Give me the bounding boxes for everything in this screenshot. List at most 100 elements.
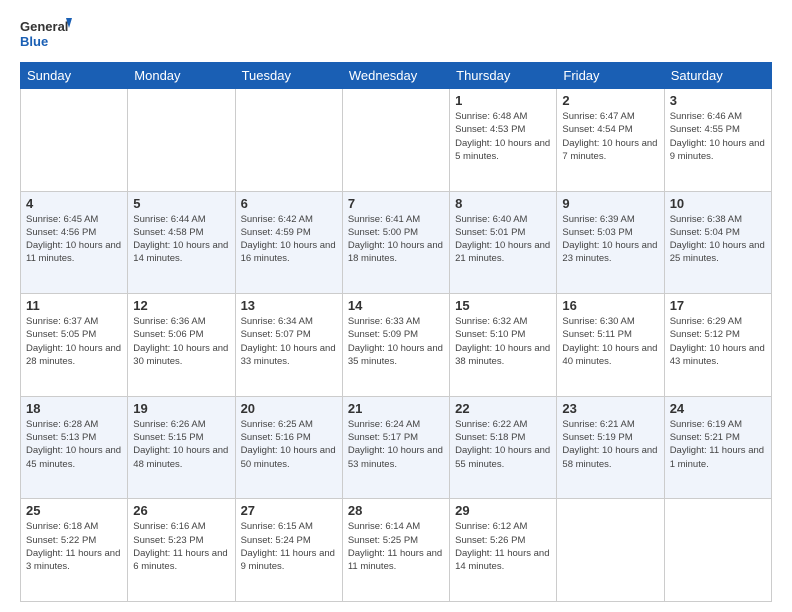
col-sunday: Sunday [21, 63, 128, 89]
col-saturday: Saturday [664, 63, 771, 89]
calendar-cell: 6 Sunrise: 6:42 AM Sunset: 4:59 PM Daylig… [235, 191, 342, 294]
day-number: 14 [348, 298, 444, 313]
day-number: 9 [562, 196, 658, 211]
day-number: 26 [133, 503, 229, 518]
day-info: Sunrise: 6:39 AM Sunset: 5:03 PM Dayligh… [562, 213, 658, 266]
day-info: Sunrise: 6:26 AM Sunset: 5:15 PM Dayligh… [133, 418, 229, 471]
day-number: 18 [26, 401, 122, 416]
page: General Blue Sunday Monday Tuesday Wedne… [0, 0, 792, 612]
calendar-cell [235, 89, 342, 192]
day-info: Sunrise: 6:15 AM Sunset: 5:24 PM Dayligh… [241, 520, 337, 573]
calendar-cell: 24Sunrise: 6:19 AM Sunset: 5:21 PM Dayli… [664, 396, 771, 499]
calendar-cell: 18 Sunrise: 6:28 AM Sunset: 5:13 PM Dayli… [21, 396, 128, 499]
day-number: 20 [241, 401, 337, 416]
svg-text:General: General [20, 19, 68, 34]
day-info: Sunrise: 6:33 AM Sunset: 5:09 PM Dayligh… [348, 315, 444, 368]
day-info: Sunrise: 6:30 AM Sunset: 5:11 PM Dayligh… [562, 315, 658, 368]
week-row-4: 18 Sunrise: 6:28 AM Sunset: 5:13 PM Dayli… [21, 396, 772, 499]
day-number: 29 [455, 503, 551, 518]
header-row: Sunday Monday Tuesday Wednesday Thursday… [21, 63, 772, 89]
day-info: Sunrise: 6:36 AM Sunset: 5:06 PM Dayligh… [133, 315, 229, 368]
col-wednesday: Wednesday [342, 63, 449, 89]
day-number: 22 [455, 401, 551, 416]
day-info: Sunrise: 6:22 AM Sunset: 5:18 PM Dayligh… [455, 418, 551, 471]
day-number: 10 [670, 196, 766, 211]
day-number: 17 [670, 298, 766, 313]
header: General Blue [20, 16, 772, 54]
day-number: 4 [26, 196, 122, 211]
day-number: 6 [241, 196, 337, 211]
calendar-cell: 16 Sunrise: 6:30 AM Sunset: 5:11 PM Dayli… [557, 294, 664, 397]
calendar-cell: 4 Sunrise: 6:45 AM Sunset: 4:56 PM Daylig… [21, 191, 128, 294]
day-info: Sunrise: 6:32 AM Sunset: 5:10 PM Dayligh… [455, 315, 551, 368]
calendar-cell: 22 Sunrise: 6:22 AM Sunset: 5:18 PM Dayli… [450, 396, 557, 499]
calendar-cell [128, 89, 235, 192]
calendar-cell: 20 Sunrise: 6:25 AM Sunset: 5:16 PM Dayli… [235, 396, 342, 499]
day-number: 1 [455, 93, 551, 108]
day-number: 21 [348, 401, 444, 416]
week-row-5: 25Sunrise: 6:18 AM Sunset: 5:22 PM Dayli… [21, 499, 772, 602]
day-info: Sunrise: 6:16 AM Sunset: 5:23 PM Dayligh… [133, 520, 229, 573]
day-number: 23 [562, 401, 658, 416]
day-info: Sunrise: 6:41 AM Sunset: 5:00 PM Dayligh… [348, 213, 444, 266]
day-info: Sunrise: 6:48 AM Sunset: 4:53 PM Dayligh… [455, 110, 551, 163]
calendar-cell: 15Sunrise: 6:32 AM Sunset: 5:10 PM Dayli… [450, 294, 557, 397]
day-info: Sunrise: 6:12 AM Sunset: 5:26 PM Dayligh… [455, 520, 551, 573]
col-tuesday: Tuesday [235, 63, 342, 89]
calendar-cell [342, 89, 449, 192]
calendar-cell: 11 Sunrise: 6:37 AM Sunset: 5:05 PM Dayli… [21, 294, 128, 397]
day-number: 8 [455, 196, 551, 211]
day-info: Sunrise: 6:46 AM Sunset: 4:55 PM Dayligh… [670, 110, 766, 163]
day-number: 5 [133, 196, 229, 211]
calendar-cell: 27 Sunrise: 6:15 AM Sunset: 5:24 PM Dayli… [235, 499, 342, 602]
day-info: Sunrise: 6:34 AM Sunset: 5:07 PM Dayligh… [241, 315, 337, 368]
day-info: Sunrise: 6:24 AM Sunset: 5:17 PM Dayligh… [348, 418, 444, 471]
calendar-cell: 2Sunrise: 6:47 AM Sunset: 4:54 PM Daylig… [557, 89, 664, 192]
day-number: 27 [241, 503, 337, 518]
calendar-cell: 23Sunrise: 6:21 AM Sunset: 5:19 PM Dayli… [557, 396, 664, 499]
day-info: Sunrise: 6:18 AM Sunset: 5:22 PM Dayligh… [26, 520, 122, 573]
day-info: Sunrise: 6:42 AM Sunset: 4:59 PM Dayligh… [241, 213, 337, 266]
calendar-cell: 5Sunrise: 6:44 AM Sunset: 4:58 PM Daylig… [128, 191, 235, 294]
calendar-cell: 1 Sunrise: 6:48 AM Sunset: 4:53 PM Daylig… [450, 89, 557, 192]
calendar-cell: 14 Sunrise: 6:33 AM Sunset: 5:09 PM Dayli… [342, 294, 449, 397]
calendar-cell: 8 Sunrise: 6:40 AM Sunset: 5:01 PM Daylig… [450, 191, 557, 294]
calendar-cell: 17 Sunrise: 6:29 AM Sunset: 5:12 PM Dayli… [664, 294, 771, 397]
calendar-cell: 21 Sunrise: 6:24 AM Sunset: 5:17 PM Dayli… [342, 396, 449, 499]
day-number: 13 [241, 298, 337, 313]
calendar-cell: 9 Sunrise: 6:39 AM Sunset: 5:03 PM Daylig… [557, 191, 664, 294]
day-info: Sunrise: 6:29 AM Sunset: 5:12 PM Dayligh… [670, 315, 766, 368]
calendar-cell: 29 Sunrise: 6:12 AM Sunset: 5:26 PM Dayli… [450, 499, 557, 602]
day-number: 24 [670, 401, 766, 416]
col-monday: Monday [128, 63, 235, 89]
day-number: 3 [670, 93, 766, 108]
calendar-cell: 12 Sunrise: 6:36 AM Sunset: 5:06 PM Dayli… [128, 294, 235, 397]
day-number: 28 [348, 503, 444, 518]
day-info: Sunrise: 6:14 AM Sunset: 5:25 PM Dayligh… [348, 520, 444, 573]
day-number: 12 [133, 298, 229, 313]
week-row-2: 4 Sunrise: 6:45 AM Sunset: 4:56 PM Daylig… [21, 191, 772, 294]
logo: General Blue [20, 16, 72, 54]
day-info: Sunrise: 6:28 AM Sunset: 5:13 PM Dayligh… [26, 418, 122, 471]
week-row-1: 1 Sunrise: 6:48 AM Sunset: 4:53 PM Daylig… [21, 89, 772, 192]
calendar-cell: 26 Sunrise: 6:16 AM Sunset: 5:23 PM Dayli… [128, 499, 235, 602]
calendar-cell: 19Sunrise: 6:26 AM Sunset: 5:15 PM Dayli… [128, 396, 235, 499]
day-info: Sunrise: 6:37 AM Sunset: 5:05 PM Dayligh… [26, 315, 122, 368]
svg-text:Blue: Blue [20, 34, 48, 49]
day-info: Sunrise: 6:45 AM Sunset: 4:56 PM Dayligh… [26, 213, 122, 266]
calendar: Sunday Monday Tuesday Wednesday Thursday… [20, 62, 772, 602]
calendar-cell: 10 Sunrise: 6:38 AM Sunset: 5:04 PM Dayli… [664, 191, 771, 294]
calendar-cell: 3 Sunrise: 6:46 AM Sunset: 4:55 PM Daylig… [664, 89, 771, 192]
day-number: 11 [26, 298, 122, 313]
day-number: 16 [562, 298, 658, 313]
col-friday: Friday [557, 63, 664, 89]
calendar-cell [21, 89, 128, 192]
day-info: Sunrise: 6:38 AM Sunset: 5:04 PM Dayligh… [670, 213, 766, 266]
calendar-cell [664, 499, 771, 602]
day-info: Sunrise: 6:25 AM Sunset: 5:16 PM Dayligh… [241, 418, 337, 471]
calendar-cell [557, 499, 664, 602]
day-info: Sunrise: 6:47 AM Sunset: 4:54 PM Dayligh… [562, 110, 658, 163]
day-number: 7 [348, 196, 444, 211]
col-thursday: Thursday [450, 63, 557, 89]
day-info: Sunrise: 6:40 AM Sunset: 5:01 PM Dayligh… [455, 213, 551, 266]
